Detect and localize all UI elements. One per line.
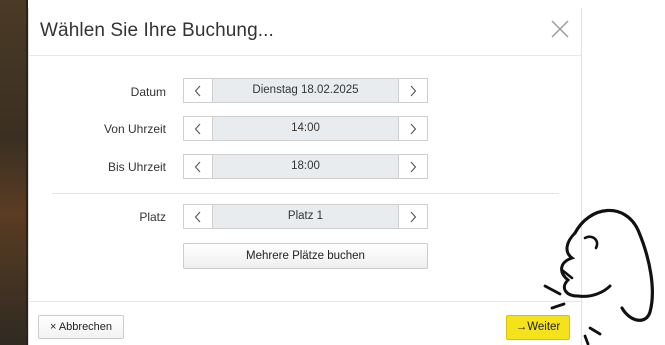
place-label: Platz bbox=[139, 210, 166, 224]
end-time-value: 18:00 bbox=[291, 160, 320, 172]
start-time-stepper: 14:00 bbox=[183, 116, 428, 141]
footer-divider bbox=[29, 301, 581, 302]
chevron-left-icon[interactable] bbox=[184, 205, 213, 228]
place-value: Platz 1 bbox=[287, 210, 324, 222]
date-value: Dienstag 18.02.2025 bbox=[252, 84, 359, 96]
start-time-value: 14:00 bbox=[291, 122, 320, 134]
arrow-right-icon: → bbox=[515, 321, 528, 333]
chevron-left-icon[interactable] bbox=[184, 155, 213, 178]
start-time-label: Von Uhrzeit bbox=[103, 122, 166, 136]
hand-drawn-scribble bbox=[543, 208, 654, 345]
chevron-left-icon[interactable] bbox=[184, 117, 213, 140]
end-time-stepper: 18:00 bbox=[183, 154, 428, 179]
date-label: Datum bbox=[130, 85, 166, 99]
section-divider bbox=[52, 193, 559, 194]
date-stepper: Dienstag 18.02.2025 bbox=[183, 78, 428, 103]
chevron-left-icon[interactable] bbox=[184, 79, 213, 102]
chevron-right-icon[interactable] bbox=[398, 117, 427, 140]
chevron-right-icon[interactable] bbox=[398, 79, 427, 102]
end-time-label: Bis Uhrzeit bbox=[107, 160, 166, 174]
chevron-right-icon[interactable] bbox=[398, 205, 427, 228]
book-multiple-places-button[interactable]: Mehrere Plätze buchen bbox=[183, 243, 428, 269]
place-stepper: Platz 1 bbox=[183, 204, 428, 229]
booking-dialog: Wählen Sie Ihre Buchung... Datum Diensta… bbox=[28, 8, 582, 345]
background-page bbox=[0, 0, 28, 345]
close-icon[interactable] bbox=[549, 18, 571, 40]
cancel-button[interactable]: × Abbrechen bbox=[38, 315, 124, 339]
close-icon: × bbox=[49, 321, 57, 333]
dialog-header: Wählen Sie Ihre Buchung... bbox=[29, 8, 581, 56]
chevron-right-icon[interactable] bbox=[398, 155, 427, 178]
cancel-label: Abbrechen bbox=[58, 321, 113, 333]
dialog-title: Wählen Sie Ihre Buchung... bbox=[40, 20, 274, 41]
